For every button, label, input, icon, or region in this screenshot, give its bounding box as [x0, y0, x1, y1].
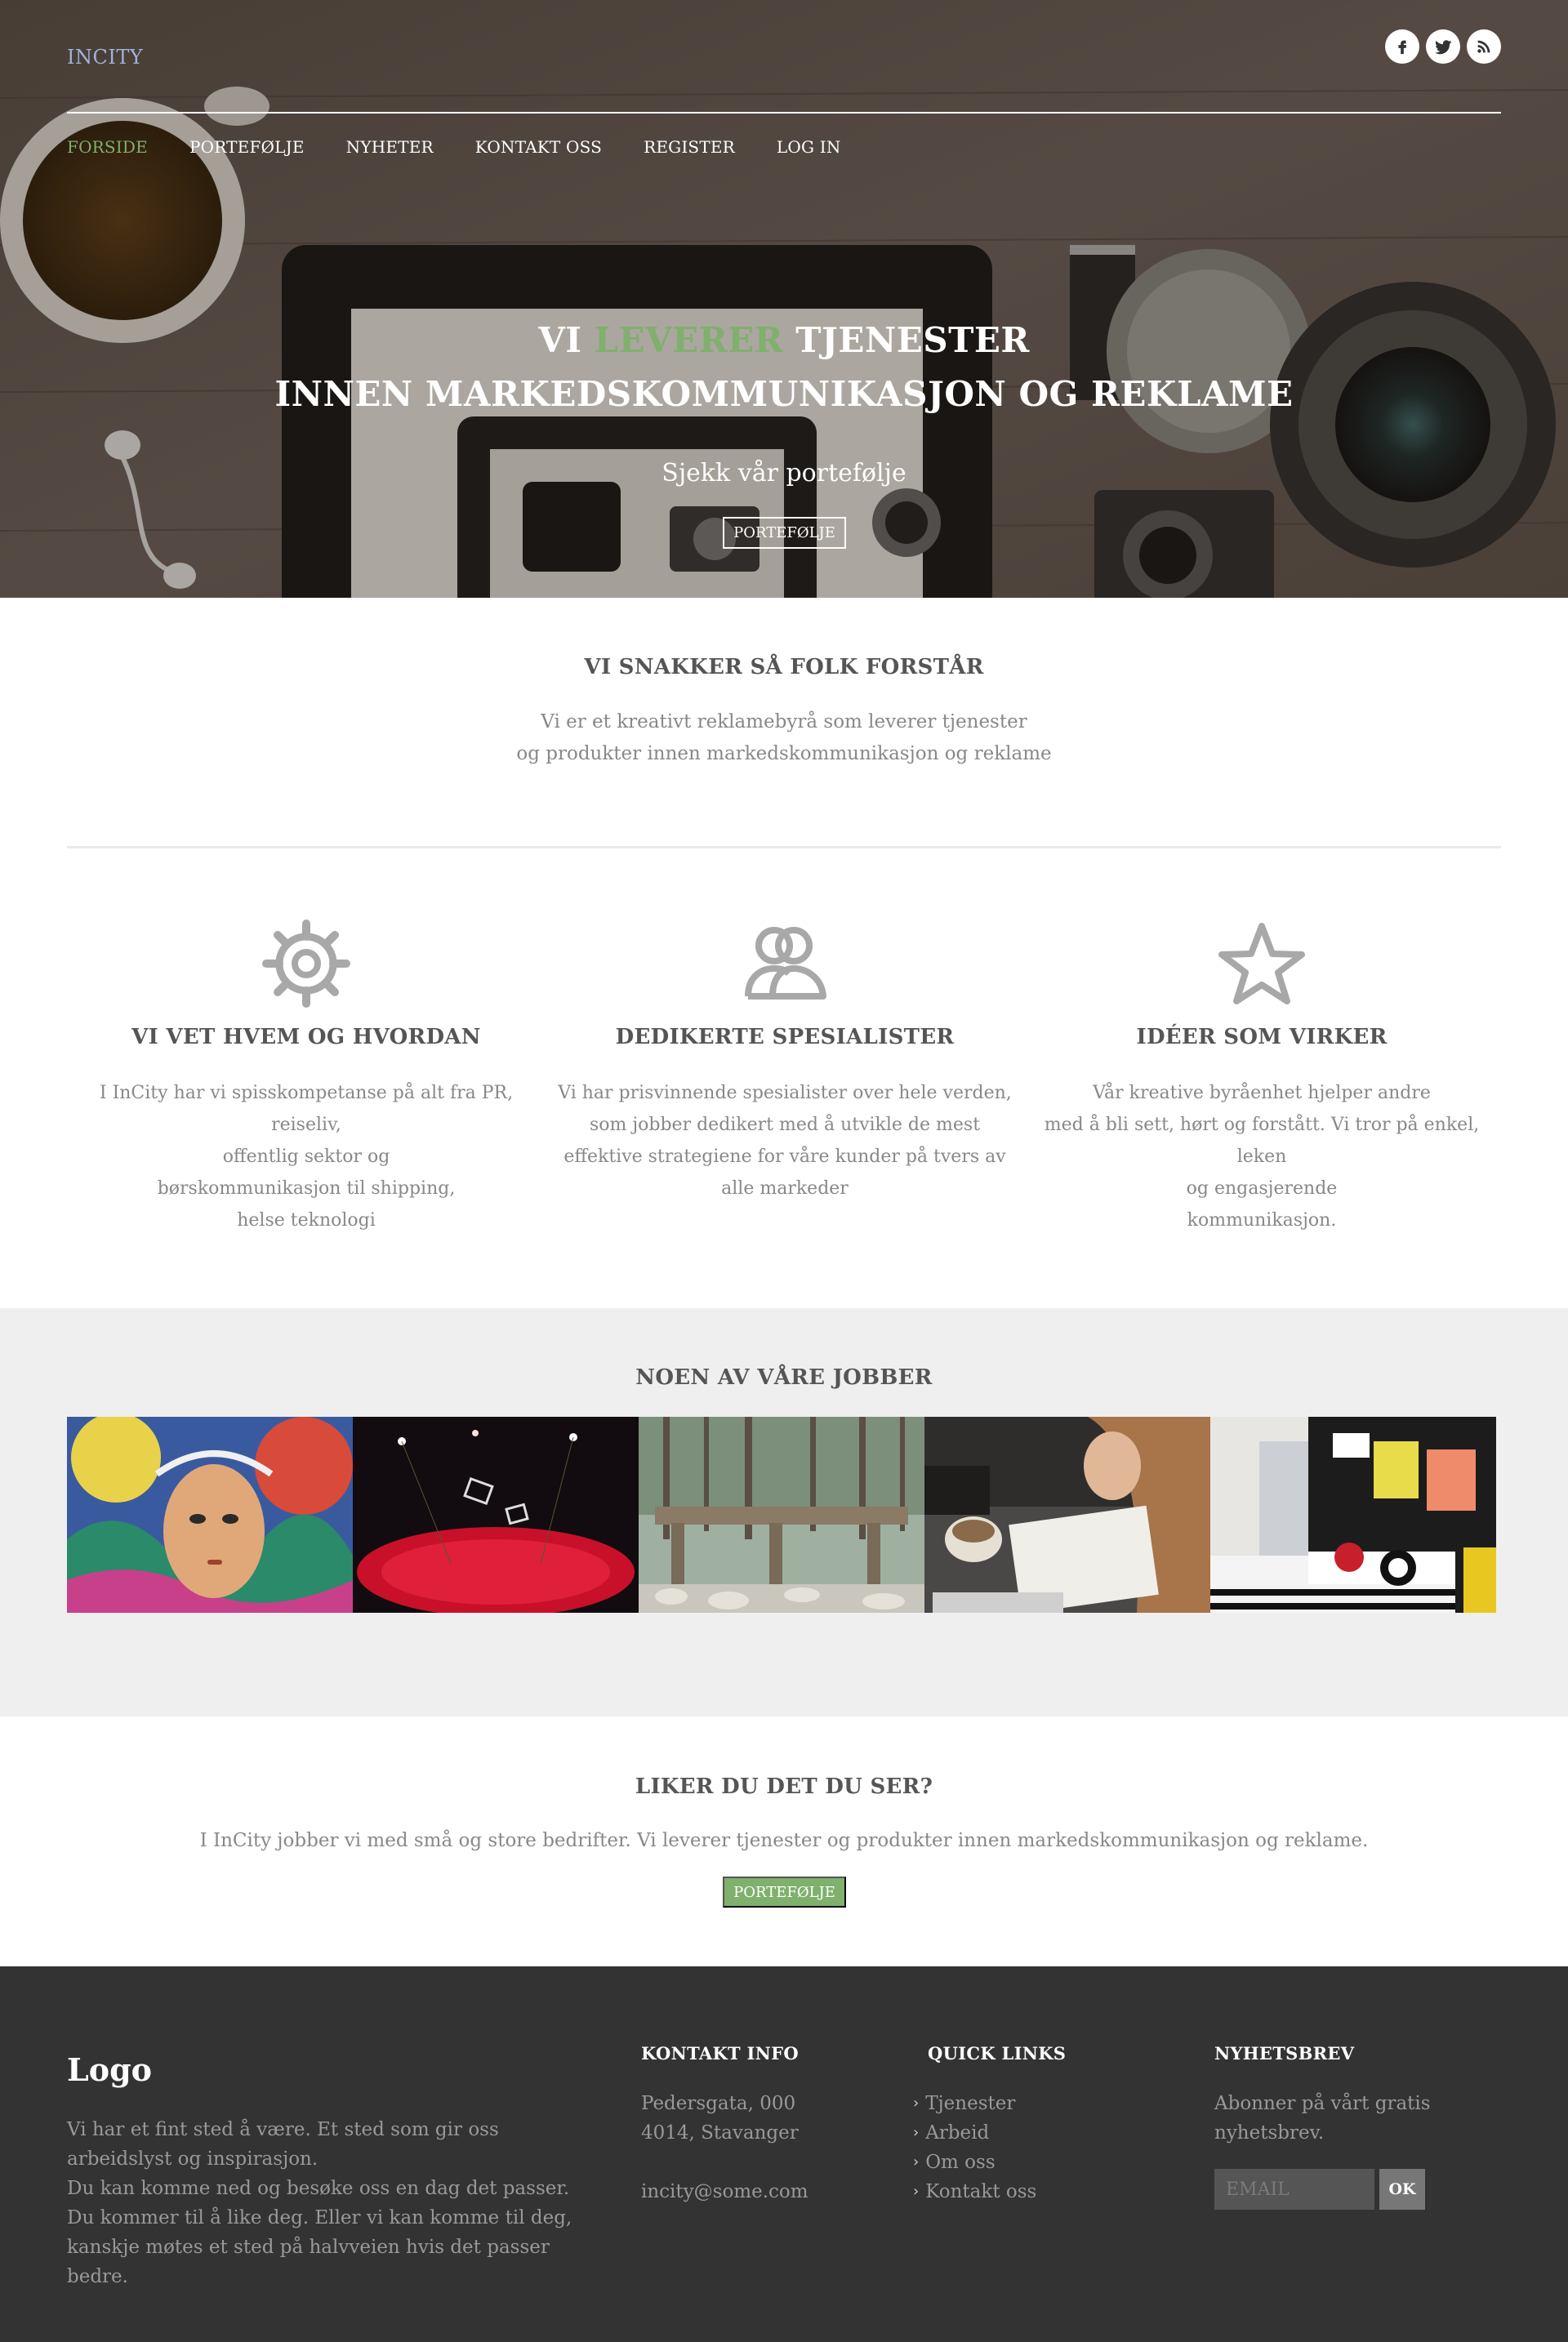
- feature-line: helse teknologi: [237, 1210, 376, 1231]
- chevron-right-icon: ›: [913, 2095, 920, 2112]
- twitter-icon[interactable]: [1426, 29, 1460, 64]
- feature-title: IDÉER SOM VIRKER: [1136, 1025, 1388, 1049]
- job-thumbnail-circus[interactable]: [353, 1417, 639, 1613]
- feature-card: IDÉER SOM VIRKER Vår kreative byråenhet …: [1022, 915, 1501, 1236]
- header-divider: [67, 112, 1501, 114]
- feature-line: Vår kreative byråenhet hjelper andre: [1093, 1083, 1431, 1103]
- star-icon: [1022, 915, 1501, 1013]
- footer-newsletter-title: NYHETSBREV: [1214, 2043, 1355, 2064]
- facebook-icon[interactable]: [1385, 29, 1419, 64]
- social-links: [1385, 29, 1501, 64]
- hero-subtitle: Sjekk vår portefølje: [662, 459, 906, 488]
- footer-link-label: Tjenester: [925, 2093, 1016, 2114]
- footer-link-kontakt-oss[interactable]: › Kontakt oss: [913, 2177, 1036, 2206]
- job-thumbnail-forest[interactable]: [639, 1417, 924, 1613]
- feature-title: VI VET HVEM OG HVORDAN: [131, 1025, 481, 1049]
- footer-email-link[interactable]: incity@some.com: [641, 2177, 886, 2206]
- footer-link-tjenester[interactable]: › Tjenester: [913, 2089, 1036, 2118]
- feature-line: kommunikasjon.: [1187, 1210, 1337, 1231]
- feature-line: med å bli sett, hørt og forstått. Vi tro…: [1044, 1115, 1480, 1167]
- hero-section: INCITY FORSIDE PORTEFØLJE NYHETER KONTAK…: [0, 0, 1568, 598]
- feature-line: som jobber dedikert med å utvikle de mes…: [589, 1115, 981, 1135]
- intro-line: og produkter innen markedskommunikasjon …: [516, 743, 1052, 764]
- footer: Logo Vi har et fint sted å være. Et sted…: [0, 1966, 1568, 2342]
- footer-address-line: 4014, Stavanger: [641, 2122, 799, 2144]
- nav-item-nyheter[interactable]: NYHETER: [346, 137, 434, 157]
- intro-text: Vi er et kreativt reklamebyrå som levere…: [0, 706, 1568, 770]
- footer-about: Vi har et fint sted å være. Et sted som …: [67, 2115, 590, 2291]
- feature-line: Vi har prisvinnende spesialister over he…: [558, 1083, 1012, 1103]
- feature-text: Vår kreative byråenhet hjelper andre med…: [1022, 1077, 1501, 1236]
- chevron-right-icon: ›: [913, 2124, 920, 2141]
- feature-line: effektive strategiene for våre kunder på…: [564, 1147, 1006, 1167]
- rss-icon[interactable]: [1467, 29, 1501, 64]
- feature-line: børskommunikasjon til shipping,: [157, 1178, 456, 1199]
- cta-portfolio-button[interactable]: PORTEFØLJE: [723, 1877, 846, 1908]
- nav-item-portefolje[interactable]: PORTEFØLJE: [189, 137, 305, 157]
- intro-title: VI SNAKKER SÅ FOLK FORSTÅR: [584, 655, 984, 679]
- gear-icon: [67, 915, 546, 1013]
- footer-contact-title: KONTAKT INFO: [641, 2043, 799, 2064]
- users-icon: [546, 915, 1024, 1013]
- intro-line: Vi er et kreativt reklamebyrå som levere…: [541, 711, 1027, 732]
- footer-newsletter-text: Abonner på vårt gratis nyhetsbrev.: [1214, 2093, 1431, 2144]
- hero-headline-post: TJENESTER: [795, 320, 1030, 360]
- newsletter-email-input[interactable]: [1214, 2169, 1374, 2210]
- nav-item-register[interactable]: REGISTER: [644, 137, 735, 157]
- footer-address-line: Pedersgata, 000: [641, 2093, 796, 2114]
- newsletter-ok-button[interactable]: OK: [1379, 2169, 1425, 2210]
- job-thumbnail-office[interactable]: [924, 1417, 1210, 1613]
- feature-line: I InCity har vi spisskompetanse på alt f…: [99, 1083, 514, 1135]
- hero-headline-pre: VI: [538, 320, 582, 360]
- main-nav: FORSIDE PORTEFØLJE NYHETER KONTAKT OSS R…: [67, 137, 841, 157]
- hero-portfolio-button[interactable]: PORTEFØLJE: [723, 517, 846, 549]
- footer-links-title: QUICK LINKS: [928, 2043, 1067, 2064]
- feature-text: I InCity har vi spisskompetanse på alt f…: [67, 1077, 546, 1236]
- nav-item-log-in[interactable]: LOG IN: [777, 137, 841, 157]
- feature-card: VI VET HVEM OG HVORDAN I InCity har vi s…: [67, 915, 546, 1236]
- footer-link-om-oss[interactable]: › Om oss: [913, 2148, 1036, 2177]
- footer-about-line: Du kommer til å like deg. Eller vi kan k…: [67, 2207, 572, 2287]
- chevron-right-icon: ›: [913, 2183, 920, 2200]
- hero-overlay: [0, 0, 1568, 598]
- hero-headline-line2: INNEN MARKEDSKOMMUNIKASJON OG REKLAME: [274, 374, 1294, 414]
- feature-line: alle markeder: [721, 1178, 849, 1199]
- footer-logo[interactable]: Logo: [67, 2051, 152, 2088]
- hero-headline-line1: VI LEVERER TJENESTER: [0, 320, 1568, 360]
- jobs-title: NOEN AV VÅRE JOBBER: [635, 1365, 933, 1390]
- feature-text: Vi har prisvinnende spesialister over he…: [546, 1077, 1024, 1204]
- jobs-section: NOEN AV VÅRE JOBBER: [0, 1308, 1568, 1716]
- cta-text: I InCity jobber vi med små og store bedr…: [199, 1830, 1369, 1851]
- hero-headline-accent: LEVERER: [594, 320, 784, 360]
- chevron-right-icon: ›: [913, 2153, 920, 2171]
- feature-title: DEDIKERTE SPESIALISTER: [615, 1025, 955, 1049]
- footer-link-label: Arbeid: [925, 2122, 990, 2144]
- job-thumbnail-mural[interactable]: [67, 1417, 353, 1613]
- footer-quick-links: › Tjenester › Arbeid › Om oss › Kontakt oss: [913, 2089, 1036, 2206]
- footer-about-line: Vi har et fint sted å være. Et sted som …: [67, 2119, 499, 2170]
- footer-contact-info: Pedersgata, 000 4014, Stavanger incity@s…: [641, 2089, 886, 2206]
- footer-about-line: Du kan komme ned og besøke oss en dag de…: [67, 2178, 570, 2199]
- feature-line: og engasjerende: [1186, 1178, 1338, 1199]
- cta-title: LIKER DU DET DU SER?: [635, 1774, 933, 1799]
- job-thumbnail-bedroom[interactable]: [1210, 1417, 1496, 1613]
- newsletter-form: OK: [1214, 2169, 1425, 2210]
- nav-item-forside[interactable]: FORSIDE: [67, 137, 148, 157]
- brand-logo[interactable]: INCITY: [67, 46, 143, 69]
- footer-link-label: Kontakt oss: [925, 2181, 1037, 2202]
- feature-card: DEDIKERTE SPESIALISTER Vi har prisvinnen…: [546, 915, 1024, 1204]
- footer-link-label: Om oss: [925, 2152, 996, 2173]
- section-divider: [67, 846, 1501, 848]
- footer-link-arbeid[interactable]: › Arbeid: [913, 2118, 1036, 2148]
- feature-line: offentlig sektor og: [222, 1147, 390, 1167]
- jobs-gallery: [67, 1417, 1497, 1613]
- nav-item-kontakt-oss[interactable]: KONTAKT OSS: [475, 137, 602, 157]
